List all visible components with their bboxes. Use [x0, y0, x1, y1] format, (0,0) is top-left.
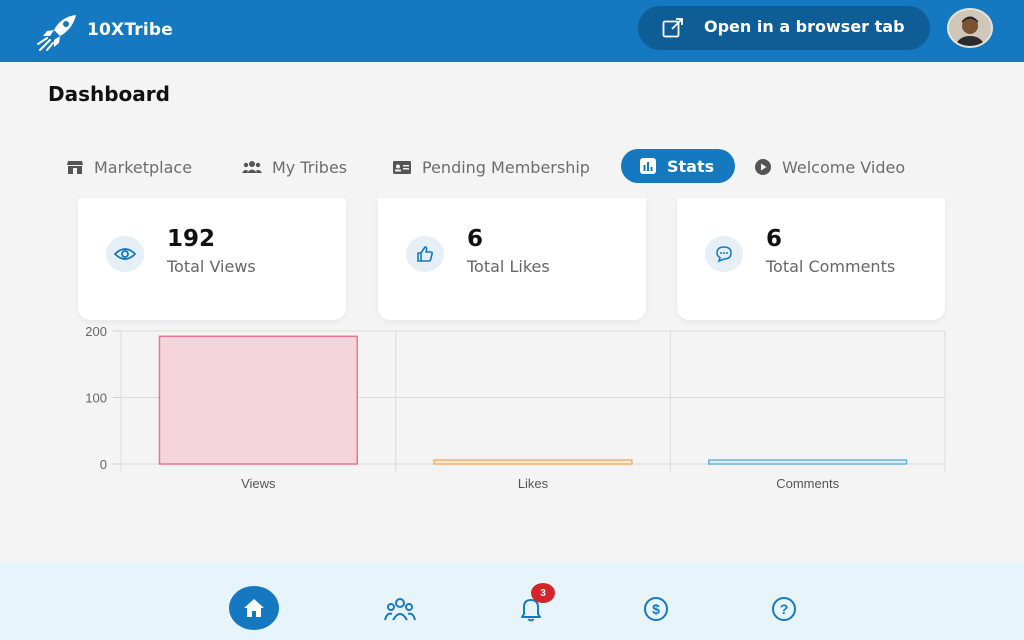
- thumbs-up-icon: [417, 246, 433, 262]
- tab-pending-membership[interactable]: Pending Membership: [392, 150, 590, 184]
- stat-value-likes: 6: [467, 226, 484, 252]
- user-avatar[interactable]: [947, 8, 993, 48]
- stat-icon-wrap: [106, 236, 144, 272]
- x-tick-label: Likes: [518, 476, 549, 491]
- stat-card-likes: 6 Total Likes: [378, 198, 646, 320]
- stat-label-likes: Total Likes: [467, 257, 550, 276]
- tab-marketplace-label: Marketplace: [94, 157, 193, 177]
- stat-icon-wrap: [406, 236, 444, 272]
- tab-marketplace[interactable]: Marketplace: [66, 150, 192, 184]
- stat-value-comments: 6: [766, 226, 783, 252]
- community-icon: [384, 598, 416, 621]
- nav-community-button[interactable]: [375, 586, 425, 632]
- nav-home-button[interactable]: [229, 586, 279, 630]
- y-tick-label: 0: [100, 457, 107, 472]
- y-tick-label: 200: [85, 324, 107, 339]
- stat-card-comments: 6 Total Comments: [677, 198, 945, 320]
- tab-welcome-video[interactable]: Welcome Video: [754, 150, 905, 184]
- help-icon: ?: [772, 597, 796, 621]
- top-bar: 10XTribe Open in a browser tab: [0, 0, 1024, 62]
- comment-icon: [716, 246, 732, 263]
- tab-my-tribes-label: My Tribes: [272, 157, 348, 177]
- x-tick-label: Views: [241, 476, 276, 491]
- nav-payments-button[interactable]: $: [631, 586, 681, 632]
- stat-card-views: 192 Total Views: [78, 198, 346, 320]
- open-in-browser-tab-button[interactable]: Open in a browser tab: [638, 6, 930, 50]
- avatar-photo-icon: [949, 10, 991, 46]
- stat-label-comments: Total Comments: [766, 257, 896, 276]
- bar-views: [158, 335, 358, 465]
- store-icon: [67, 161, 83, 174]
- id-card-icon: [393, 161, 411, 174]
- y-tick-label: 100: [85, 391, 107, 406]
- bar-chart-icon: [640, 158, 656, 174]
- tab-pending-membership-label: Pending Membership: [422, 157, 590, 177]
- notification-count-badge: 3: [531, 583, 555, 603]
- x-tick-label: Comments: [776, 476, 839, 491]
- dollar-icon: $: [644, 597, 668, 621]
- svg-text:?: ?: [780, 601, 789, 617]
- bar-comments: [708, 459, 908, 465]
- bottom-nav: $ ?: [0, 562, 1024, 640]
- bar-likes: [433, 459, 633, 465]
- nav-help-button[interactable]: ?: [759, 586, 809, 632]
- page-title: Dashboard: [48, 82, 170, 106]
- play-icon: [755, 159, 771, 175]
- tab-stats-label: Stats: [667, 156, 715, 176]
- stat-icon-wrap: [705, 236, 743, 272]
- external-link-icon: [662, 18, 683, 38]
- tab-stats[interactable]: Stats: [621, 149, 735, 183]
- brand-name: 10XTribe: [87, 20, 174, 40]
- stats-bar-chart: 0 100 200 Views Likes Comments: [85, 324, 946, 491]
- people-icon: [242, 161, 262, 173]
- open-in-browser-tab-label: Open in a browser tab: [704, 17, 905, 36]
- rocket-logo-icon: [37, 15, 76, 51]
- eye-icon: [114, 248, 136, 260]
- stat-label-views: Total Views: [167, 257, 256, 276]
- stat-value-views: 192: [167, 226, 216, 252]
- tab-my-tribes[interactable]: My Tribes: [242, 150, 347, 184]
- tab-welcome-video-label: Welcome Video: [782, 157, 906, 177]
- home-icon: [244, 599, 264, 617]
- svg-text:$: $: [652, 601, 660, 617]
